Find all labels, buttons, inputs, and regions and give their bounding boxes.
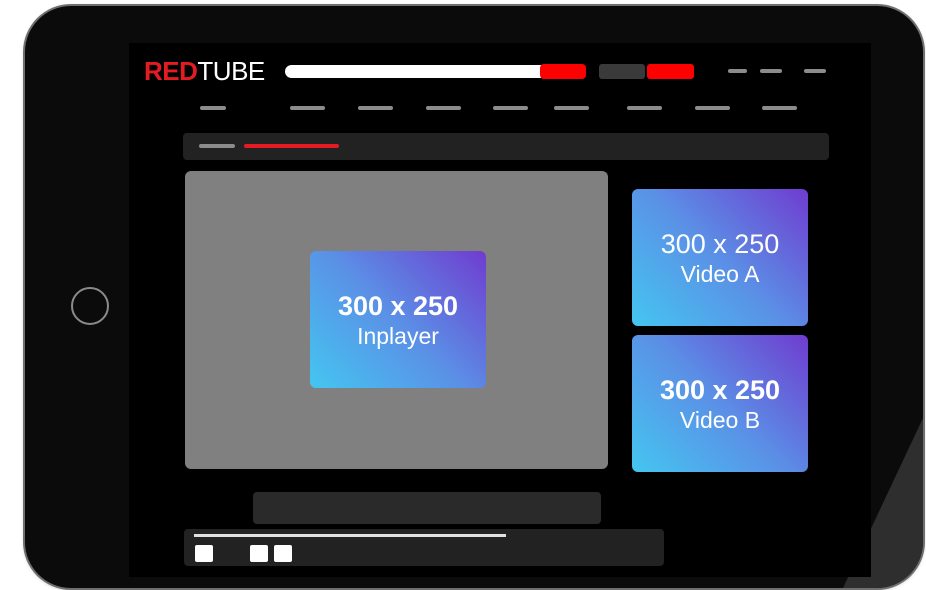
breadcrumb-current[interactable] (244, 144, 339, 148)
site-logo[interactable]: REDTUBE (144, 58, 265, 84)
nav-item[interactable] (554, 106, 589, 110)
breadcrumb-home[interactable] (199, 144, 235, 148)
play-button[interactable] (195, 545, 213, 562)
nav-item[interactable] (762, 106, 797, 110)
nav-item[interactable] (627, 106, 662, 110)
logo-white-text: TUBE (197, 56, 265, 86)
ad-name-label: Video B (679, 406, 761, 433)
ad-size-label: 300 x 250 (337, 290, 459, 321)
home-button[interactable] (71, 287, 109, 325)
screen: REDTUBE 300 x 250 Inplayer 300 x 250 Vid… (129, 43, 871, 577)
sign-in-button[interactable] (647, 64, 694, 79)
inplayer-ad[interactable]: 300 x 250 Inplayer (310, 251, 486, 388)
search-button[interactable] (540, 64, 586, 79)
menu-item[interactable] (728, 69, 747, 73)
ad-size-label: 300 x 250 (659, 374, 781, 405)
breadcrumb (183, 133, 829, 160)
nav-item[interactable] (358, 106, 393, 110)
progress-bar[interactable] (194, 534, 506, 537)
volume-button[interactable] (250, 545, 268, 562)
nav-item[interactable] (493, 106, 528, 110)
ad-size-label: 300 x 250 (660, 228, 780, 259)
upload-button[interactable] (599, 64, 645, 79)
video-b-ad[interactable]: 300 x 250 Video B (632, 335, 808, 472)
nav-item[interactable] (290, 106, 325, 110)
logo-red-text: RED (144, 56, 198, 86)
fullscreen-button[interactable] (274, 545, 292, 562)
ad-name-label: Video A (680, 260, 760, 287)
nav-item[interactable] (426, 106, 461, 110)
player-controls (184, 529, 664, 566)
video-a-ad[interactable]: 300 x 250 Video A (632, 189, 808, 326)
menu-item[interactable] (760, 69, 782, 73)
menu-item[interactable] (804, 69, 826, 73)
video-title-bar (253, 492, 601, 524)
tablet-frame: REDTUBE 300 x 250 Inplayer 300 x 250 Vid… (25, 6, 923, 588)
nav-item[interactable] (695, 106, 730, 110)
nav-item[interactable] (200, 106, 226, 110)
ad-name-label: Inplayer (357, 322, 439, 349)
